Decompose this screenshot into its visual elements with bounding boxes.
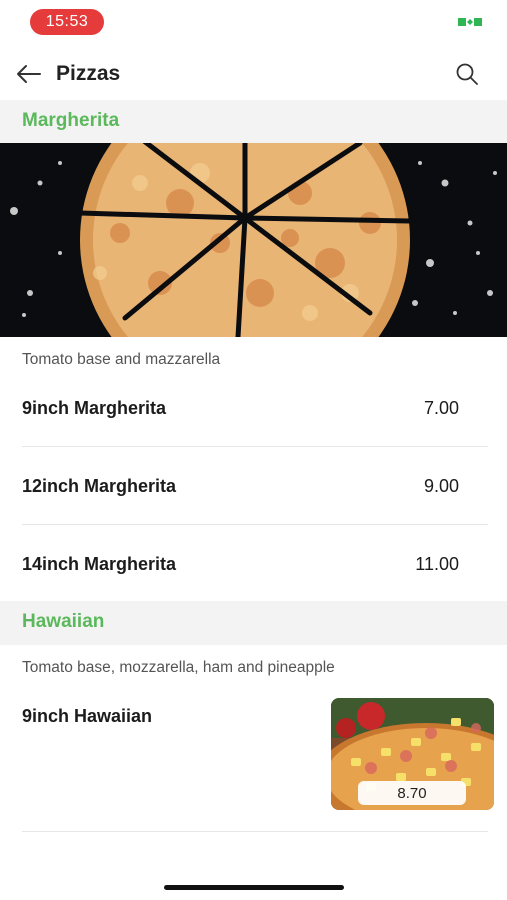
battery-charging-icon xyxy=(458,18,482,26)
section-description: Tomato base and mazzarella xyxy=(22,351,221,368)
item-name: 9inch Margherita xyxy=(22,398,167,418)
section-header-margherita: Margherita xyxy=(0,100,507,144)
divider xyxy=(22,446,488,447)
item-price: 9.00 xyxy=(423,476,459,496)
item-name: 12inch Margherita xyxy=(22,476,177,496)
search-icon[interactable] xyxy=(455,62,479,86)
item-price: 11.00 xyxy=(415,554,459,574)
section-header-hawaiian: Hawaiian xyxy=(0,601,507,645)
page-title: Pizzas xyxy=(56,62,121,85)
section-title: Hawaiian xyxy=(22,611,105,632)
item-name: 14inch Margherita xyxy=(22,554,177,574)
menu-item-12inch-margherita[interactable]: 12inch Margherita 9.00 xyxy=(0,476,507,554)
item-name: 9inch Hawaiian xyxy=(22,706,153,726)
section-description: Tomato base, mozzarella, ham and pineapp… xyxy=(22,659,335,676)
divider xyxy=(22,524,488,525)
section-title: Margherita xyxy=(22,110,120,131)
status-bar: 15:53 xyxy=(0,0,507,46)
menu-item-9inch-margherita[interactable]: 9inch Margherita 7.00 xyxy=(0,398,507,476)
item-price: 7.00 xyxy=(423,398,459,418)
item-price-badge: 8.70 xyxy=(358,781,466,805)
arrow-left-icon[interactable] xyxy=(14,62,42,86)
home-indicator xyxy=(164,885,344,890)
nav-bar: Pizzas xyxy=(0,50,507,100)
divider xyxy=(22,831,488,832)
margherita-hero-image xyxy=(0,143,507,337)
status-time: 15:53 xyxy=(30,9,104,35)
